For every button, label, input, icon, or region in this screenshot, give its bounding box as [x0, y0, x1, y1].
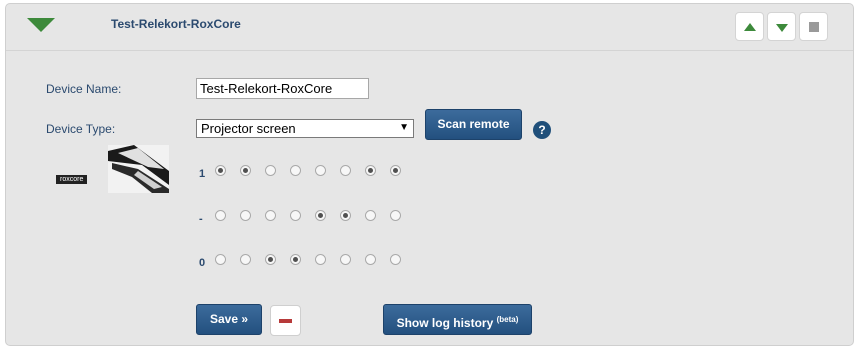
device-image	[108, 145, 169, 193]
relay-radio[interactable]	[340, 210, 351, 221]
relay-radio[interactable]	[240, 210, 251, 221]
stop-button[interactable]	[799, 12, 828, 41]
relay-radio[interactable]	[365, 165, 376, 176]
delete-button[interactable]	[270, 305, 301, 336]
stop-square-icon	[809, 22, 819, 32]
beta-badge: (beta)	[496, 315, 519, 324]
relay-radio[interactable]	[365, 254, 376, 265]
relay-radio[interactable]	[265, 165, 276, 176]
minus-icon	[279, 319, 292, 323]
scan-remote-button[interactable]: Scan remote	[425, 109, 522, 140]
device-logo-area: roxcore	[51, 145, 171, 195]
device-panel: Test-Relekort-RoxCore Device Name: Devic…	[5, 3, 854, 346]
relay-row-label: 1	[199, 168, 206, 180]
save-button[interactable]: Save »	[196, 304, 262, 335]
arrow-down-icon	[776, 24, 788, 32]
device-name-label: Device Name:	[46, 82, 122, 96]
relay-radio[interactable]	[265, 210, 276, 221]
device-type-select[interactable]: Projector screen ▼	[196, 119, 414, 138]
relay-radio[interactable]	[290, 254, 301, 265]
relay-radio[interactable]	[215, 165, 226, 176]
help-icon[interactable]: ?	[533, 121, 551, 139]
relay-radio[interactable]	[290, 210, 301, 221]
relay-radio[interactable]	[240, 165, 251, 176]
device-type-label: Device Type:	[46, 122, 116, 136]
relay-radio[interactable]	[365, 210, 376, 221]
arrow-up-icon	[744, 23, 756, 31]
relay-row-label: -	[199, 213, 203, 225]
move-up-button[interactable]	[735, 12, 764, 41]
panel-header: Test-Relekort-RoxCore	[6, 4, 853, 51]
device-name-input[interactable]	[196, 78, 369, 99]
relay-radio[interactable]	[340, 254, 351, 265]
relay-radio[interactable]	[215, 254, 226, 265]
relay-radio[interactable]	[315, 165, 326, 176]
brand-logo: roxcore	[56, 175, 88, 184]
relay-radio[interactable]	[315, 254, 326, 265]
relay-radio[interactable]	[240, 254, 251, 265]
relay-radio[interactable]	[265, 254, 276, 265]
show-log-label: Show log history	[396, 316, 494, 330]
relay-radio[interactable]	[340, 165, 351, 176]
dropdown-arrow-icon: ▼	[399, 122, 409, 133]
relay-radio[interactable]	[290, 165, 301, 176]
collapse-triangle-icon[interactable]	[27, 18, 55, 32]
show-log-history-button[interactable]: Show log history (beta)	[383, 304, 532, 335]
relay-radio[interactable]	[390, 165, 401, 176]
relay-radio[interactable]	[215, 210, 226, 221]
device-type-value: Projector screen	[201, 121, 296, 136]
panel-title: Test-Relekort-RoxCore	[111, 17, 241, 31]
relay-radio[interactable]	[390, 210, 401, 221]
move-down-button[interactable]	[767, 12, 796, 41]
relay-radio[interactable]	[390, 254, 401, 265]
relay-radio[interactable]	[315, 210, 326, 221]
relay-row-label: 0	[199, 257, 206, 269]
